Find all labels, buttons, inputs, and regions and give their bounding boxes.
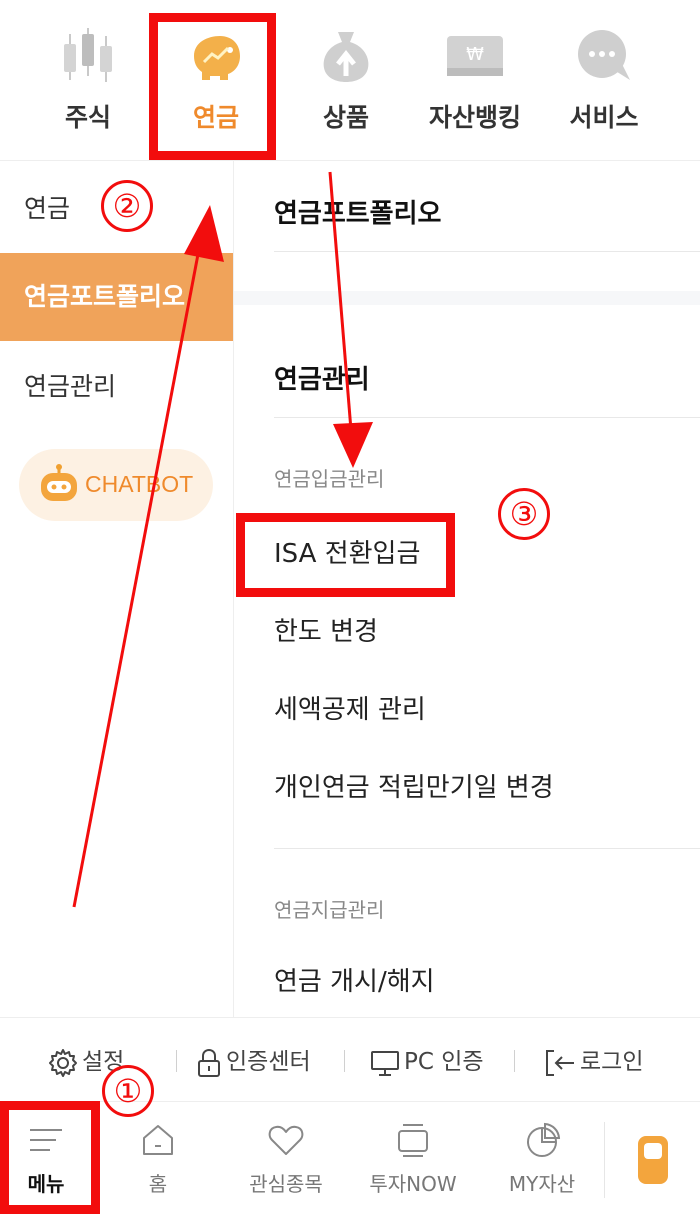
- tab-stock-label: 주식: [64, 103, 111, 132]
- home-icon: [143, 1125, 173, 1155]
- link-tax-deduction[interactable]: 세액공제 관리: [274, 689, 426, 726]
- tab-service[interactable]: 서비스: [534, 0, 674, 160]
- lock-icon: [198, 1048, 220, 1077]
- pc-auth-button[interactable]: PC 인증: [370, 1042, 484, 1078]
- highlight-tab-pension: [149, 13, 276, 160]
- nav-watchlist-label: 관심종목: [249, 1172, 323, 1196]
- highlight-nav-menu: [0, 1101, 100, 1214]
- login-label: 로그인: [580, 1049, 644, 1075]
- link-pension-start-cancel[interactable]: 연금 개시/해지: [274, 961, 435, 998]
- link-maturity-change[interactable]: 개인연금 적립만기일 변경: [274, 767, 554, 804]
- section-title-manage: 연금관리: [274, 365, 370, 395]
- group-label-payout: 연금지급관리: [274, 898, 385, 922]
- nav-my-assets[interactable]: MY자산: [490, 1102, 594, 1225]
- nav-invest-now[interactable]: 투자NOW: [358, 1102, 468, 1225]
- tab-asset-banking[interactable]: ₩ 자산뱅킹: [405, 0, 545, 160]
- section-title-portfolio[interactable]: 연금포트폴리오: [274, 193, 441, 230]
- divider: [274, 848, 700, 849]
- chat-bubble-icon: [578, 30, 630, 80]
- separator: [514, 1050, 515, 1072]
- tab-stock[interactable]: 주식: [18, 0, 158, 160]
- step-number-2: ②: [101, 180, 153, 232]
- bottom-nav: 메뉴 홈 관심종목 투자NOW MY자산: [0, 1101, 700, 1225]
- divider: [274, 417, 700, 418]
- gear-icon: [49, 1048, 77, 1077]
- separator: [604, 1122, 605, 1198]
- login-button[interactable]: 로그인: [544, 1042, 643, 1078]
- auth-center-label: 인증센터: [226, 1049, 311, 1075]
- section-gap: [234, 291, 700, 305]
- tab-product[interactable]: 상품: [276, 0, 416, 160]
- sidebar-item-pension-manage[interactable]: 연금관리: [0, 343, 233, 431]
- tab-asset-banking-label: 자산뱅킹: [428, 103, 521, 132]
- link-limit-change[interactable]: 한도 변경: [274, 611, 378, 648]
- login-icon: [546, 1049, 574, 1076]
- group-label-deposit: 연금입금관리: [274, 467, 385, 491]
- nav-home[interactable]: 홈: [112, 1102, 204, 1225]
- pie-chart-icon: [527, 1122, 561, 1157]
- pc-auth-label: PC 인증: [404, 1049, 484, 1075]
- monitor-icon: [371, 1050, 399, 1076]
- separator: [344, 1050, 345, 1072]
- top-category-tabs: 주식 연금 상품 ₩ 자산뱅킹 서비스: [0, 0, 700, 161]
- sidebar: 연금 연금포트폴리오 연금관리 CHATBOT: [0, 161, 234, 1017]
- step-number-3: ③: [498, 488, 550, 540]
- heart-icon: [268, 1125, 304, 1155]
- divider: [274, 251, 700, 252]
- won-card-icon: ₩: [447, 36, 503, 76]
- auth-center-button[interactable]: 인증센터: [196, 1042, 311, 1078]
- chatbot-label: CHATBOT: [85, 471, 194, 497]
- step-number-1: ①: [102, 1065, 154, 1117]
- nav-watchlist[interactable]: 관심종목: [234, 1102, 338, 1225]
- candlestick-chart-icon: [64, 28, 112, 82]
- tv-icon: [398, 1124, 428, 1157]
- quick-app-button[interactable]: [638, 1136, 668, 1184]
- tab-service-label: 서비스: [569, 103, 639, 132]
- separator: [176, 1050, 177, 1072]
- nav-invest-now-label: 투자NOW: [369, 1172, 457, 1196]
- svg-text:₩: ₩: [466, 44, 484, 65]
- highlight-isa-link: [236, 513, 455, 597]
- sidebar-item-pension-portfolio[interactable]: 연금포트폴리오: [0, 253, 233, 341]
- money-bag-icon: [323, 32, 369, 82]
- nav-home-label: 홈: [148, 1172, 168, 1196]
- robot-icon: [41, 464, 77, 501]
- chatbot-button[interactable]: CHATBOT: [19, 449, 213, 521]
- nav-my-assets-label: MY자산: [508, 1172, 576, 1196]
- tab-product-label: 상품: [322, 103, 369, 132]
